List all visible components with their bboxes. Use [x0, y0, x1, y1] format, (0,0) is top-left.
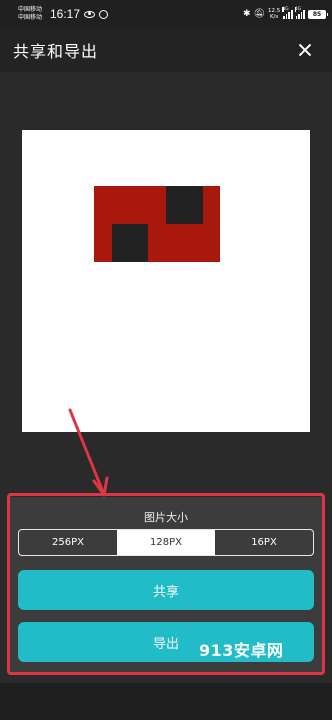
dialog-header: 共享和导出: [0, 28, 332, 72]
alarm-icon: [99, 9, 109, 19]
carrier-info: 中国移动 中国移动: [18, 6, 48, 22]
mute-icon: 🔕︎: [253, 9, 265, 19]
battery-icon: 85: [308, 9, 328, 19]
page-title: 共享和导出: [13, 42, 99, 61]
close-icon[interactable]: [294, 39, 316, 61]
network-speed: 12.5 K/s: [268, 8, 280, 20]
signal-1-label: 4G: [282, 6, 289, 12]
status-indicators: ✱ 🔕︎ 12.5 K/s 4G 4G 85: [243, 6, 328, 20]
network-speed-unit: K/s: [269, 14, 279, 20]
pixel-block-top: [166, 186, 203, 224]
navigation-bar: [0, 683, 332, 720]
annotation-highlight-box: [7, 493, 325, 675]
signal-1-icon: 4G: [282, 6, 293, 19]
status-bar: 中国移动 中国移动 16:17 ✱ 🔕︎ 12.5 K/s 4G 4G 85: [0, 0, 332, 28]
carrier-2: 中国移动: [18, 14, 43, 21]
signal-2-icon: 4G: [294, 6, 305, 19]
signal-2-label: 4G: [294, 6, 301, 12]
status-time: 16:17: [50, 7, 81, 21]
eye-icon: [84, 10, 96, 18]
carrier-1: 中国移动: [18, 6, 43, 13]
pixel-art-image: [94, 186, 220, 262]
pixel-block-bottom: [112, 224, 148, 262]
image-preview: [22, 130, 310, 432]
bluetooth-icon: ✱: [243, 9, 251, 19]
